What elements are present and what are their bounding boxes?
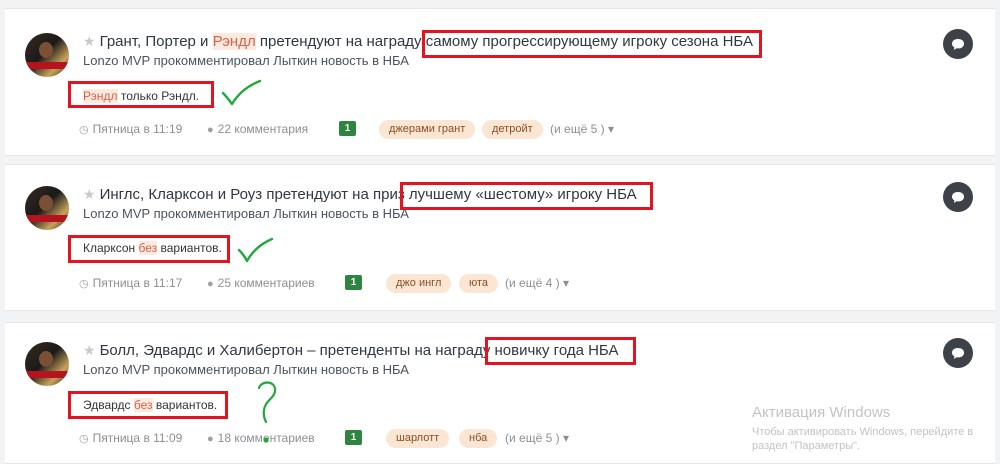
clock-icon: ◷ bbox=[79, 278, 89, 290]
checkmark-icon bbox=[221, 79, 262, 106]
more-tags[interactable]: (и ещё 5 ) ▾ bbox=[505, 431, 569, 445]
chat-bubble-icon[interactable] bbox=[943, 338, 973, 368]
star-icon[interactable]: ★ bbox=[83, 342, 96, 359]
checkmark-icon bbox=[237, 237, 274, 263]
tag[interactable]: юта bbox=[459, 274, 499, 293]
comment-icon: ● bbox=[207, 124, 214, 136]
reputation-badge: 1 bbox=[339, 121, 356, 136]
item-date[interactable]: ◷ Пятница в 11:09 bbox=[79, 431, 182, 445]
chevron-down-icon[interactable]: ▾ bbox=[563, 276, 569, 290]
chat-bubble-icon[interactable] bbox=[943, 29, 973, 59]
more-tags[interactable]: (и ещё 5 ) ▾ bbox=[550, 122, 614, 136]
item-subtitle[interactable]: Lonzo MVP прокомментировал Лыткин новост… bbox=[83, 53, 409, 68]
chevron-down-icon[interactable]: ▾ bbox=[608, 122, 614, 136]
item-comments[interactable]: ● 22 комментария bbox=[207, 122, 308, 136]
item-title[interactable]: ★ Болл, Эдвардс и Халибертон – претендент… bbox=[83, 342, 618, 359]
comment-icon: ● bbox=[207, 433, 214, 445]
clock-icon: ◷ bbox=[79, 433, 89, 445]
tag[interactable]: шарлотт bbox=[386, 429, 450, 448]
reputation-badge: 1 bbox=[345, 275, 362, 290]
activity-item-2: ★ Инглс, Кларксон и Роуз претендуют на пр… bbox=[5, 164, 995, 311]
star-icon[interactable]: ★ bbox=[83, 33, 96, 50]
tag[interactable]: джо ингл bbox=[386, 274, 452, 293]
reputation-badge: 1 bbox=[345, 430, 362, 445]
item-date[interactable]: ◷ Пятница в 11:17 bbox=[79, 276, 182, 290]
comment-snippet: Рэндл только Рэндл. bbox=[83, 89, 200, 103]
more-tags[interactable]: (и ещё 4 ) ▾ bbox=[505, 276, 569, 290]
search-highlight[interactable]: Рэндл bbox=[212, 33, 256, 50]
comment-snippet: Кларксон без вариантов. bbox=[83, 241, 222, 255]
item-subtitle[interactable]: Lonzo MVP прокомментировал Лыткин новост… bbox=[83, 362, 409, 377]
item-subtitle[interactable]: Lonzo MVP прокомментировал Лыткин новост… bbox=[83, 206, 409, 221]
clock-icon: ◷ bbox=[79, 124, 89, 136]
question-mark-icon bbox=[257, 381, 277, 443]
tag[interactable]: джерами грант bbox=[379, 120, 476, 139]
item-date[interactable]: ◷ Пятница в 11:19 bbox=[79, 122, 182, 136]
item-comments[interactable]: ● 25 комментариев bbox=[207, 276, 315, 290]
comment-snippet: Эдвардс без вариантов. bbox=[83, 398, 218, 412]
tag[interactable]: нба bbox=[459, 429, 498, 448]
activity-item-1: ★ Грант, Портер и Рэндл претендуют на наг… bbox=[5, 8, 995, 156]
star-icon[interactable]: ★ bbox=[83, 186, 96, 203]
chat-bubble-icon[interactable] bbox=[943, 182, 973, 212]
avatar[interactable] bbox=[25, 186, 69, 230]
item-title[interactable]: ★ Инглс, Кларксон и Роуз претендуют на пр… bbox=[83, 186, 637, 203]
avatar[interactable] bbox=[25, 33, 69, 77]
avatar[interactable] bbox=[25, 342, 69, 386]
item-title[interactable]: ★ Грант, Портер и Рэндл претендуют на наг… bbox=[83, 33, 753, 50]
comment-icon: ● bbox=[207, 278, 214, 290]
windows-activation-watermark: Активация Windows Чтобы активировать Win… bbox=[752, 404, 974, 452]
tag[interactable]: детройт bbox=[482, 120, 543, 139]
chevron-down-icon[interactable]: ▾ bbox=[563, 431, 569, 445]
